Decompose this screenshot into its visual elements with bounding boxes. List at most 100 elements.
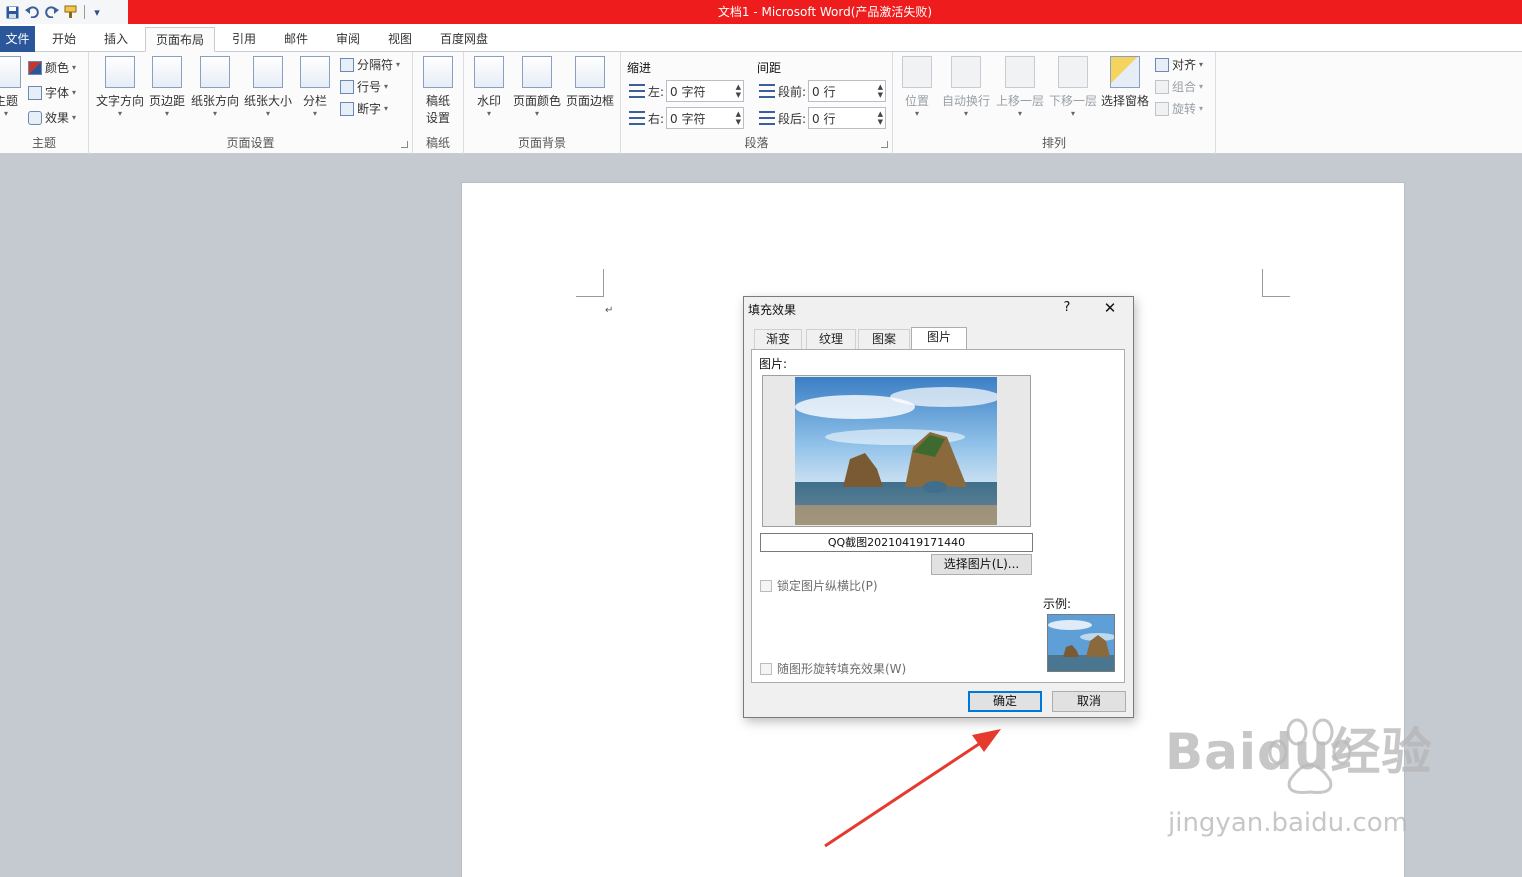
undo-icon[interactable]: [24, 4, 40, 20]
position-button[interactable]: 位置 ▾: [895, 56, 939, 119]
bring-forward-icon: [1005, 56, 1035, 88]
window-title: 文档1 - Microsoft Word(产品激活失败): [128, 0, 1522, 24]
tab-file[interactable]: 文件: [0, 26, 35, 52]
tab-view[interactable]: 视图: [380, 27, 420, 52]
dropdown-arrow-icon: ▾: [963, 109, 968, 118]
watermark-label: 水印: [476, 94, 501, 108]
spacing-title: 间距: [757, 61, 782, 75]
rotate-label: 旋转: [1172, 102, 1197, 116]
rotate-fill-checkbox[interactable]: 随图形旋转填充效果(W): [760, 660, 906, 677]
tab-texture[interactable]: 纹理: [806, 329, 856, 349]
selection-pane-button[interactable]: 选择窗格: [1099, 56, 1151, 109]
dropdown-arrow-icon: ▾: [534, 109, 539, 118]
cancel-button[interactable]: 取消: [1052, 691, 1126, 712]
orientation-label: 纸张方向: [190, 94, 239, 108]
dropdown-arrow-icon: ▾: [117, 109, 122, 118]
margin-corner-right: [1262, 269, 1290, 297]
redo-icon[interactable]: [44, 4, 60, 20]
help-button[interactable]: ?: [1060, 300, 1074, 315]
tab-insert[interactable]: 插入: [96, 27, 136, 52]
select-picture-button[interactable]: 选择图片(L)...: [931, 554, 1032, 575]
line-numbers-icon: [340, 80, 354, 94]
margins-button[interactable]: 页边距 ▾: [146, 56, 188, 119]
tab-review[interactable]: 审阅: [328, 27, 368, 52]
rotate-button[interactable]: 旋转 ▾: [1155, 99, 1203, 119]
checkbox-box[interactable]: [760, 579, 772, 592]
orientation-button[interactable]: 纸张方向 ▾: [189, 56, 241, 119]
page-borders-icon: [575, 56, 605, 88]
draft-paper-button[interactable]: 稿纸 设置: [413, 56, 463, 126]
spinner-icon[interactable]: ▲ ▼: [878, 83, 883, 99]
wrap-text-button[interactable]: 自动换行 ▾: [939, 56, 993, 119]
spacing-before-field: 段前: 0 行 ▲ ▼: [759, 80, 887, 102]
format-painter-icon[interactable]: [64, 4, 80, 20]
dialog-launcher-icon[interactable]: [881, 141, 888, 148]
tab-pattern[interactable]: 图案: [858, 329, 910, 349]
tab-baidu-netdisk[interactable]: 百度网盘: [432, 27, 496, 52]
breaks-button[interactable]: 分隔符 ▾: [340, 55, 400, 75]
checkbox-box[interactable]: [760, 662, 772, 675]
theme-fonts-button[interactable]: 字体 ▾: [28, 83, 76, 103]
spacing-after-value: 0 行: [812, 111, 836, 126]
spacing-before-label: 段前:: [778, 84, 807, 99]
send-backward-icon: [1058, 56, 1088, 88]
group-arrange: 位置 ▾ 自动换行 ▾ 上移一层 ▾ 下移一层 ▾ 选择窗格 对齐▾ 组合▾: [893, 52, 1216, 154]
indent-right-value: 0 字符: [670, 111, 706, 126]
tab-gradient[interactable]: 渐变: [754, 329, 802, 349]
wrap-text-label: 自动换行: [941, 94, 990, 108]
spinner-icon[interactable]: ▲ ▼: [736, 110, 741, 126]
spinner-icon[interactable]: ▲ ▼: [878, 110, 883, 126]
lock-aspect-checkbox[interactable]: 锁定图片纵横比(P): [760, 577, 878, 594]
sample-label: 示例:: [1043, 597, 1072, 611]
columns-button[interactable]: 分栏 ▾: [295, 56, 335, 119]
spinner-icon[interactable]: ▲ ▼: [736, 83, 741, 99]
dropdown-arrow-icon: ▾: [3, 109, 8, 118]
page-color-button[interactable]: 页面颜色 ▾: [512, 56, 562, 119]
dropdown-arrow-icon: ▾: [486, 109, 491, 118]
indent-left-field: 左: 0 字符 ▲ ▼: [629, 80, 745, 102]
group-label-paragraph: 段落: [744, 136, 769, 150]
indent-left-input[interactable]: 0 字符 ▲ ▼: [666, 80, 745, 102]
text-direction-button[interactable]: 文字方向 ▾: [94, 56, 146, 119]
customize-icon[interactable]: ▾: [89, 4, 105, 20]
spacing-after-field: 段后: 0 行 ▲ ▼: [759, 107, 887, 129]
group-objects-button[interactable]: 组合 ▾: [1155, 77, 1203, 97]
page-borders-button[interactable]: 页面边框: [564, 56, 616, 109]
spacing-after-input[interactable]: 0 行 ▲ ▼: [808, 107, 887, 129]
theme-colors-button[interactable]: 颜色 ▾: [28, 58, 76, 78]
send-backward-button[interactable]: 下移一层 ▾: [1046, 56, 1100, 119]
tab-home[interactable]: 开始: [44, 27, 84, 52]
draft-paper-label-2: 设置: [425, 111, 450, 125]
group-label-arrange: 排列: [1041, 136, 1066, 150]
tab-page-layout[interactable]: 页面布局: [145, 27, 215, 52]
theme-fonts-label: 字体: [45, 86, 70, 100]
hyphenation-button[interactable]: 断字 ▾: [340, 99, 388, 119]
tab-references[interactable]: 引用: [224, 27, 264, 52]
save-icon[interactable]: [4, 4, 20, 20]
page-borders-label: 页面边框: [565, 94, 614, 108]
dialog-launcher-icon[interactable]: [401, 141, 408, 148]
columns-label: 分栏: [302, 94, 327, 108]
dropdown-arrow-icon: ▾: [312, 109, 317, 118]
sample-preview: [1047, 614, 1115, 672]
fill-effects-dialog: 填充效果 ? ✕ 渐变 纹理 图案 图片 图片: QQ截图20210419171…: [743, 296, 1134, 718]
paper-size-button[interactable]: 纸张大小 ▾: [242, 56, 294, 119]
indent-right-input[interactable]: 0 字符 ▲ ▼: [666, 107, 745, 129]
picture-panel: 图片: QQ截图20210419171440 选择图片(L)... 锁定图片纵横…: [751, 349, 1125, 683]
spacing-before-input[interactable]: 0 行 ▲ ▼: [808, 80, 887, 102]
group-themes: 主题 ▾ 颜色▾ 字体▾ 效果▾ 主题: [0, 52, 89, 154]
effects-icon: [28, 111, 42, 125]
ok-button[interactable]: 确定: [968, 691, 1042, 712]
bring-forward-button[interactable]: 上移一层 ▾: [993, 56, 1047, 119]
ribbon-tabs: 文件 开始 插入 页面布局 引用 邮件 审阅 视图 百度网盘: [0, 24, 1522, 52]
spacing-after-icon: [759, 111, 775, 125]
theme-effects-button[interactable]: 效果 ▾: [28, 108, 76, 128]
theme-effects-label: 效果: [45, 111, 70, 125]
line-numbers-button[interactable]: 行号 ▾: [340, 77, 388, 97]
align-button[interactable]: 对齐 ▾: [1155, 55, 1203, 75]
close-icon[interactable]: ✕: [1102, 300, 1118, 316]
themes-button[interactable]: 主题 ▾: [0, 56, 26, 119]
tab-picture[interactable]: 图片: [911, 327, 967, 350]
tab-mailings[interactable]: 邮件: [276, 27, 316, 52]
watermark-button[interactable]: 水印 ▾: [466, 56, 512, 119]
